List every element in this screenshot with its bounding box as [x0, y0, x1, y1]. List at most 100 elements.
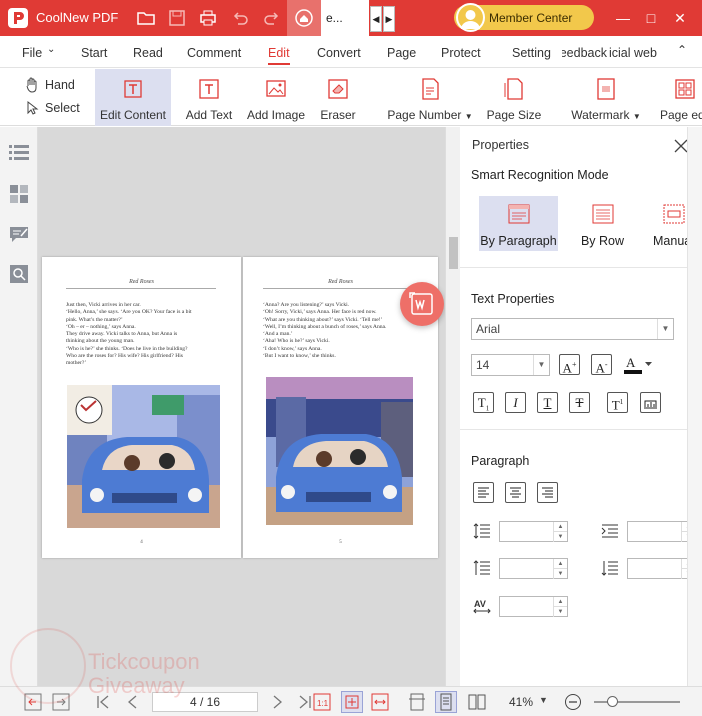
zoom-dropdown-icon[interactable]: ▼: [539, 695, 548, 705]
close-panel-icon[interactable]: [674, 139, 688, 153]
document-scrollbar[interactable]: [445, 127, 460, 686]
line-spacing-icon: [473, 523, 491, 539]
page-number-icon: [418, 77, 442, 101]
fit-width-icon[interactable]: [371, 693, 389, 711]
document-tab[interactable]: e...: [321, 0, 369, 36]
menu-protect[interactable]: Protect: [441, 46, 481, 60]
menu-page[interactable]: Page: [387, 46, 416, 60]
properties-scrollbar[interactable]: [687, 127, 702, 686]
chevron-down-icon: ▼: [533, 355, 549, 375]
close-window-icon[interactable]: ✕: [671, 9, 689, 27]
file-chevron-icon[interactable]: ⌄: [47, 44, 55, 55]
eraser-button[interactable]: Eraser: [316, 69, 360, 126]
edit-content-button[interactable]: Edit Content: [95, 69, 171, 126]
eraser-label: Eraser: [320, 108, 356, 122]
active-menu-underline: [268, 63, 290, 65]
page-header: Red Roses: [129, 279, 154, 285]
last-page-icon[interactable]: [296, 693, 314, 711]
edit-content-icon: [121, 77, 145, 101]
menu-feedback[interactable]: Feedback: [562, 46, 607, 60]
zoom-slider-handle[interactable]: [607, 696, 618, 707]
open-folder-icon[interactable]: [136, 8, 156, 28]
add-image-icon: [264, 77, 288, 101]
menu-official-web[interactable]: icial web: [609, 46, 657, 60]
illustration-car-right: [266, 377, 413, 525]
strikethrough-icon[interactable]: T: [569, 392, 590, 413]
page-size-label: Page Size: [486, 108, 542, 122]
character-spacing-input[interactable]: ▲ ▼: [499, 596, 568, 617]
indent-input[interactable]: ▲▼: [627, 521, 696, 542]
fit-page-icon[interactable]: [341, 691, 363, 713]
eraser-icon: [326, 77, 350, 101]
font-family-select[interactable]: Arial ▼: [471, 318, 674, 340]
menu-start[interactable]: Start: [81, 46, 107, 60]
redo-icon[interactable]: [262, 8, 282, 28]
page-number-label: Page Number ▼: [387, 108, 473, 122]
mode-by-paragraph[interactable]: By Paragraph: [479, 196, 558, 251]
superscript-icon[interactable]: T1: [607, 392, 628, 413]
menu-setting[interactable]: Setting: [512, 46, 551, 60]
align-right-icon[interactable]: [537, 482, 558, 503]
add-text-button[interactable]: Add Text: [180, 69, 238, 126]
continuous-view-icon[interactable]: [435, 691, 457, 713]
collapse-ribbon-icon[interactable]: ⌃: [677, 43, 687, 57]
annotation-list-icon[interactable]: [9, 224, 29, 244]
mode-by-row[interactable]: By Row: [563, 196, 642, 251]
zoom-out-icon[interactable]: [564, 693, 582, 711]
decrease-font-size-icon[interactable]: A-: [591, 354, 612, 375]
tab-scroll-right-icon[interactable]: ▶: [383, 6, 395, 32]
single-page-view-icon[interactable]: [408, 693, 426, 711]
edit-toolbar: Hand Select Edit Content Add Text Add Im…: [0, 69, 702, 126]
increase-font-size-icon[interactable]: A+: [559, 354, 580, 375]
maximize-icon[interactable]: □: [642, 9, 660, 27]
watermark-button[interactable]: Watermark ▼: [566, 69, 646, 126]
baseline-icon[interactable]: [640, 392, 661, 413]
edit-content-label: Edit Content: [99, 108, 167, 122]
page-edit-label: Page ed: [660, 108, 702, 122]
tab-scroll-left-icon[interactable]: ◀: [370, 6, 382, 32]
actual-size-icon[interactable]: 1:1: [313, 693, 331, 711]
bookmark-list-icon[interactable]: [9, 143, 29, 163]
menu-file[interactable]: File: [22, 46, 42, 60]
menu-bar: File ⌄ Start Read Comment Edit Convert P…: [0, 36, 702, 68]
menu-comment[interactable]: Comment: [187, 46, 241, 60]
line-spacing-input[interactable]: ▲ ▼: [499, 521, 568, 542]
underline-icon[interactable]: T: [537, 392, 558, 413]
page-edit-button[interactable]: Page ed: [657, 69, 702, 126]
menu-edit[interactable]: Edit: [268, 46, 290, 60]
paragraph-mode-icon: [508, 204, 530, 224]
undo-icon[interactable]: [230, 8, 250, 28]
document-view[interactable]: Red Roses Just then, Vicki arrives in he…: [38, 127, 445, 686]
print-icon[interactable]: [198, 8, 218, 28]
thumbnail-icon[interactable]: [9, 184, 29, 204]
align-center-icon[interactable]: [505, 482, 526, 503]
paragraph-heading: Paragraph: [471, 454, 530, 468]
illustration-car-left: [67, 385, 220, 528]
convert-to-word-button[interactable]: [400, 282, 444, 326]
space-before-input[interactable]: ▲ ▼: [499, 558, 568, 579]
italic-icon[interactable]: I: [505, 392, 526, 413]
space-after-icon: [601, 560, 619, 576]
align-left-icon[interactable]: [473, 482, 494, 503]
search-icon[interactable]: [9, 264, 29, 284]
home-tab[interactable]: [287, 0, 321, 36]
next-page-icon[interactable]: [268, 693, 286, 711]
member-center-button[interactable]: Member Center: [454, 3, 594, 32]
menu-read[interactable]: Read: [133, 46, 163, 60]
font-size-select[interactable]: 14 ▼: [471, 354, 550, 376]
space-after-input[interactable]: ▲▼: [627, 558, 696, 579]
avatar: [456, 3, 485, 32]
svg-text:AV: AV: [474, 599, 486, 609]
add-image-button[interactable]: Add Image: [244, 69, 308, 126]
minimize-icon[interactable]: —: [614, 9, 632, 27]
menu-convert[interactable]: Convert: [317, 46, 361, 60]
add-image-label: Add Image: [246, 108, 306, 122]
font-color-icon[interactable]: A: [623, 354, 653, 376]
two-page-view-icon[interactable]: [468, 693, 486, 711]
zoom-level[interactable]: 41%: [509, 695, 533, 709]
scrollbar-thumb[interactable]: [449, 237, 458, 269]
text-style-icon[interactable]: T1: [473, 392, 494, 413]
page-number-button[interactable]: Page Number ▼: [384, 69, 476, 126]
save-icon[interactable]: [167, 8, 187, 28]
page-size-button[interactable]: Page Size: [485, 69, 543, 126]
